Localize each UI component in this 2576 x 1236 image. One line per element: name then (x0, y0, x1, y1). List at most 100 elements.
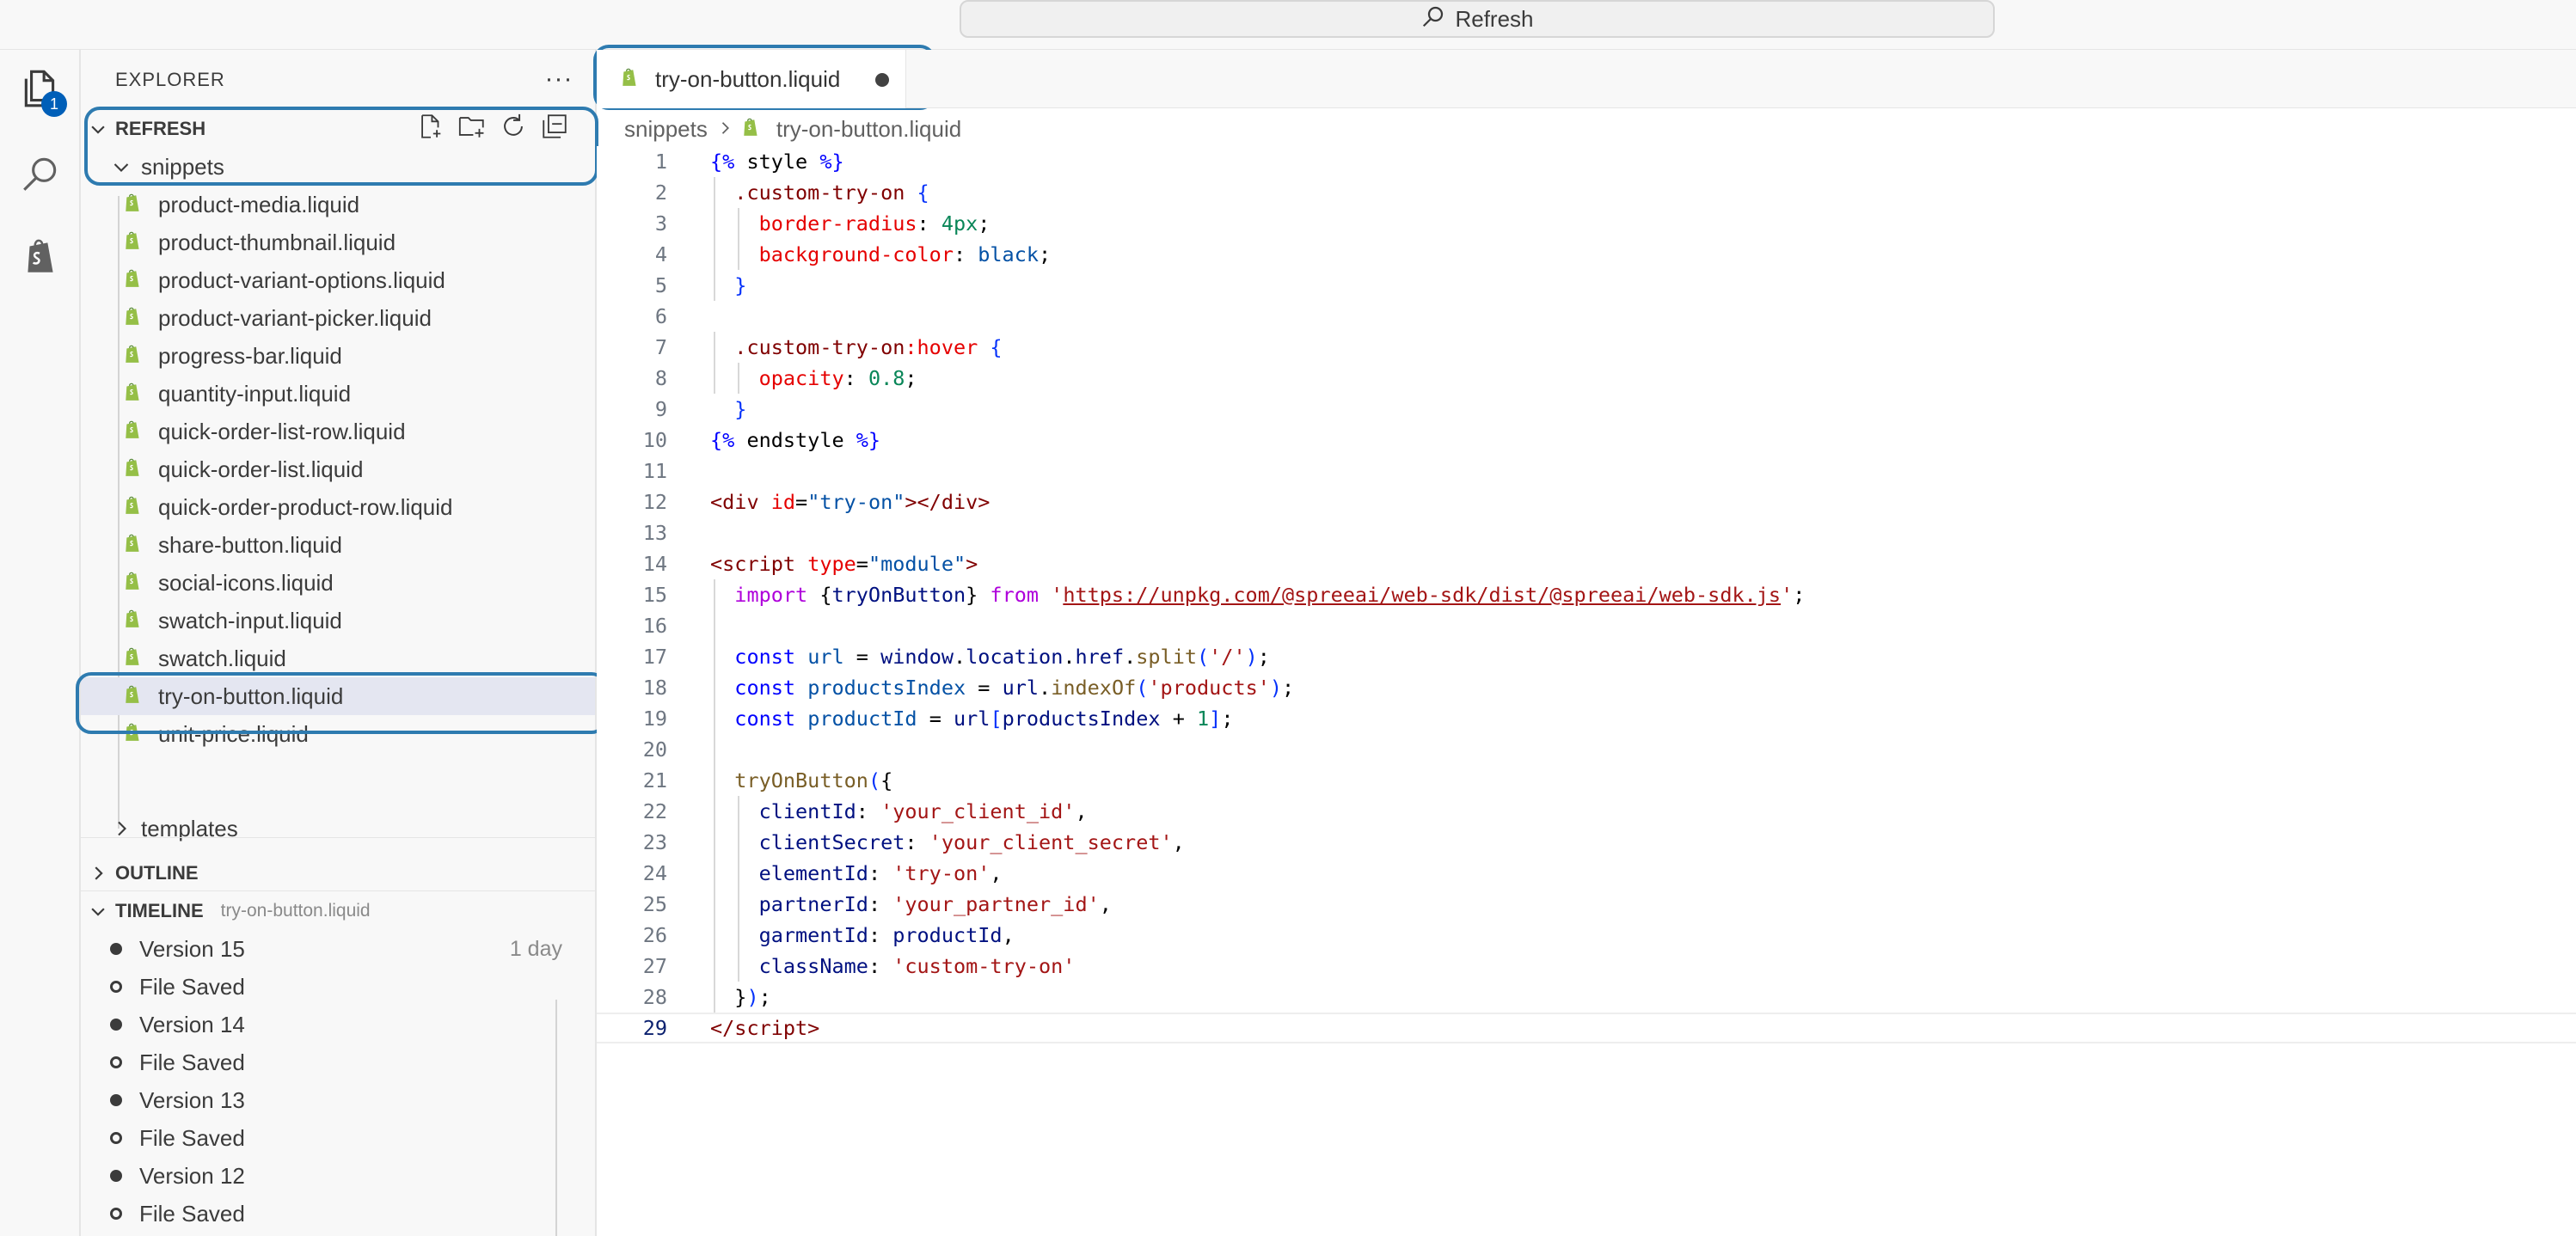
line-number: 28 (642, 985, 667, 1009)
code-line: 7 .custom-try-on:hover { (597, 332, 2576, 363)
timeline-item[interactable]: Version 12 (81, 1157, 562, 1195)
line-number: 1 (654, 150, 667, 174)
more-actions-icon[interactable]: ··· (540, 62, 578, 96)
code-line: 1 {% style %} (597, 146, 2576, 177)
shopify-file-icon (124, 571, 146, 595)
collapse-all-icon[interactable] (540, 112, 569, 146)
code-line: 27 className: 'custom-try-on' (597, 951, 2576, 982)
breadcrumb-folder[interactable]: snippets (624, 116, 708, 143)
code-text: tryOnButton({ (734, 768, 893, 792)
file-label: quick-order-list.liquid (158, 456, 364, 482)
folder-snippets[interactable]: snippets (81, 148, 595, 186)
file-item[interactable]: swatch-input.liquid (81, 602, 595, 639)
code-text: } (734, 273, 747, 297)
explorer-toolbar (416, 110, 569, 148)
code-line: 21 tryOnButton({ (597, 765, 2576, 796)
line-number: 5 (654, 273, 667, 297)
file-item[interactable]: product-thumbnail.liquid (81, 223, 595, 261)
timeline-item[interactable]: Version 13 (81, 1081, 562, 1119)
timeline-item[interactable]: File Saved (81, 968, 562, 1006)
new-file-icon[interactable] (416, 112, 445, 146)
line-number: 10 (642, 428, 667, 452)
file-label: swatch.liquid (158, 645, 286, 671)
file-item[interactable]: share-button.liquid (81, 526, 595, 564)
file-item[interactable]: swatch.liquid (81, 639, 595, 677)
timeline-file: try-on-button.liquid (220, 901, 371, 921)
timeline-item[interactable]: Version 11 (81, 1233, 562, 1236)
file-item[interactable]: quick-order-list-row.liquid (81, 413, 595, 450)
line-number: 24 (642, 861, 667, 885)
file-item[interactable]: unit-price.liquid (81, 715, 595, 753)
chevron-down-icon (81, 902, 115, 921)
file-item[interactable]: progress-bar.liquid (81, 337, 595, 375)
shopify-file-icon (124, 268, 146, 292)
code-line: 10 {% endstyle %} (597, 425, 2576, 456)
timeline-label: File Saved (139, 973, 245, 1000)
file-item[interactable]: product-media.liquid (81, 186, 595, 223)
code-text: {% style %} (710, 150, 844, 174)
file-item[interactable]: product-variant-picker.liquid (81, 299, 595, 337)
timeline-item[interactable]: Version 14 (81, 1006, 562, 1043)
shopify-file-icon (124, 193, 146, 217)
timeline-label: File Saved (139, 1200, 245, 1227)
divider (81, 837, 595, 838)
line-number: 12 (642, 490, 667, 514)
line-number: 26 (642, 923, 667, 947)
code-text: clientSecret: 'your_client_secret', (758, 830, 1185, 854)
command-center[interactable]: Refresh (960, 0, 1995, 38)
code-text: {% endstyle %} (710, 428, 881, 452)
file-label: product-variant-options.liquid (158, 266, 445, 293)
line-number: 22 (642, 799, 667, 823)
explorer-badge: 1 (41, 91, 67, 117)
timeline-item[interactable]: Version 15 1 day (81, 930, 562, 968)
chevron-down-icon (81, 119, 115, 138)
code-line: 23 clientSecret: 'your_client_secret', (597, 827, 2576, 858)
line-number: 25 (642, 892, 667, 916)
search-activity[interactable] (0, 136, 81, 215)
file-label: share-button.liquid (158, 531, 342, 558)
new-folder-icon[interactable] (457, 112, 487, 146)
unsaved-dot-icon[interactable] (875, 73, 889, 87)
line-number: 23 (642, 830, 667, 854)
shopify-file-icon (124, 306, 146, 330)
breadcrumb-file[interactable]: try-on-button.liquid (776, 116, 961, 143)
timeline-section-header[interactable]: TIMELINE try-on-button.liquid (81, 892, 595, 930)
folder-templates[interactable]: templates (81, 810, 595, 847)
breadcrumb: snippets try-on-button.liquid (624, 110, 961, 148)
file-item[interactable]: quick-order-list.liquid (81, 450, 595, 488)
line-number: 27 (642, 954, 667, 978)
refresh-icon[interactable] (499, 112, 528, 146)
timeline-item[interactable]: File Saved (81, 1043, 562, 1081)
title-bar: Refresh (0, 0, 2576, 50)
project-name: REFRESH (115, 118, 206, 139)
code-editor[interactable]: 1 {% style %} 2 .custom-try-on {3 border-r… (597, 146, 2576, 1236)
search-icon (19, 152, 62, 199)
timeline-item[interactable]: File Saved (81, 1119, 562, 1157)
code-line: 25 partnerId: 'your_partner_id', (597, 889, 2576, 920)
line-number: 19 (642, 707, 667, 731)
tab-try-on-button[interactable]: try-on-button.liquid (597, 50, 906, 108)
shopify-activity[interactable] (0, 218, 81, 297)
file-item[interactable]: product-variant-options.liquid (81, 261, 595, 299)
code-line: 29 </script> (597, 1013, 2576, 1043)
file-item[interactable]: quick-order-product-row.liquid (81, 488, 595, 526)
tab-label: try-on-button.liquid (655, 65, 841, 92)
explorer-activity[interactable]: 1 (0, 50, 81, 129)
file-item[interactable]: try-on-button.liquid (81, 677, 595, 715)
file-item[interactable]: social-icons.liquid (81, 564, 595, 602)
code-text: className: 'custom-try-on' (758, 954, 1076, 978)
outline-section-header[interactable]: OUTLINE (81, 854, 595, 892)
line-number: 29 (642, 1016, 667, 1040)
saved-circle-icon (110, 1132, 122, 1144)
editor-tab-bar: try-on-button.liquid (597, 50, 2576, 108)
code-line: 26 garmentId: productId, (597, 920, 2576, 951)
shopify-file-icon (124, 495, 146, 519)
timeline-item[interactable]: File Saved (81, 1195, 562, 1233)
file-label: product-variant-picker.liquid (158, 304, 432, 331)
code-text: garmentId: productId, (758, 923, 1015, 947)
project-section-header[interactable]: REFRESH (81, 110, 595, 148)
file-item[interactable]: quantity-input.liquid (81, 375, 595, 413)
timeline-label: File Saved (139, 1124, 245, 1151)
saved-circle-icon (110, 981, 122, 993)
line-number: 20 (642, 737, 667, 762)
